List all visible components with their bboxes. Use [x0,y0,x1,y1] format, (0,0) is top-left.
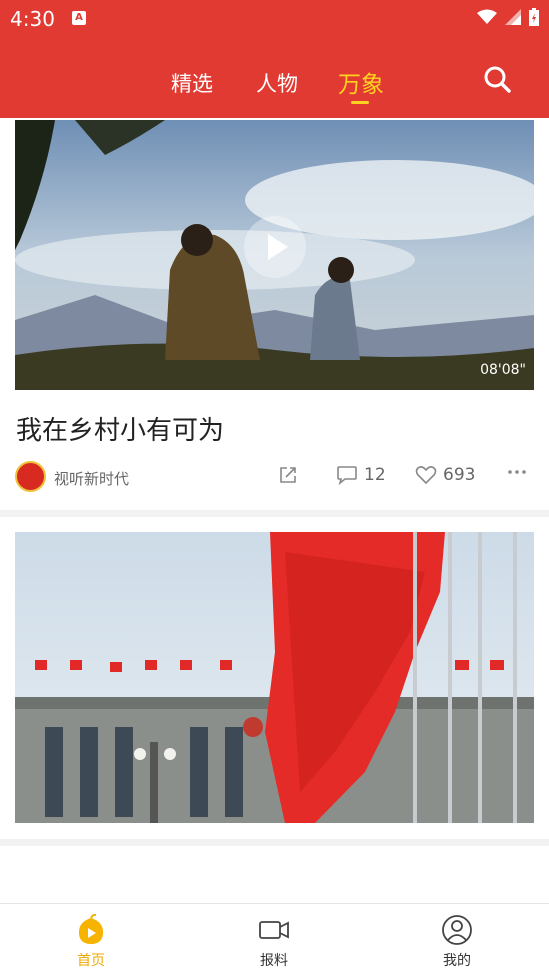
active-tab-indicator [351,101,369,104]
nav-profile-label: 我的 [443,953,471,969]
comment-count: 12 [364,465,386,485]
system-icons [477,8,539,26]
like-button[interactable]: 693 [415,465,475,485]
home-play-icon [78,914,104,944]
image-card[interactable] [0,517,549,839]
author-name[interactable]: 视听新时代 [54,468,129,489]
nav-report-label: 报料 [260,953,288,969]
article-image[interactable] [15,532,534,823]
bottom-nav: 首页 报料 我的 [0,903,549,977]
nav-profile[interactable]: 我的 [417,914,497,970]
share-button[interactable] [278,465,298,485]
user-icon [442,915,472,945]
search-icon[interactable] [482,64,512,94]
video-thumbnail[interactable]: 08'08" [15,120,534,390]
video-title[interactable]: 我在乡村小有可为 [16,410,224,447]
notification-badge-icon: A [72,11,86,25]
heart-icon [415,466,437,485]
more-button[interactable] [507,462,527,482]
wifi-icon [477,9,497,24]
play-button[interactable] [244,216,306,278]
author-avatar[interactable] [15,461,46,492]
nav-home[interactable]: 首页 [51,914,131,970]
video-duration: 08'08" [480,362,526,378]
status-time: 4:30 [10,7,55,31]
feed-bottom-space [0,846,549,903]
more-icon [508,470,526,474]
nav-home-label: 首页 [77,953,105,969]
tab-wanxiang[interactable]: 万象 [338,65,384,99]
video-card[interactable]: 08'08" 我在乡村小有可为 视听新时代 12 693 [0,118,549,510]
nav-report[interactable]: 报料 [234,914,314,970]
video-camera-icon [259,921,289,939]
battery-charging-icon [529,8,539,26]
like-count: 693 [443,465,476,485]
top-nav: 精选 人物 万象 [0,38,549,118]
great-hall-flags-image [15,532,534,823]
tab-jingxuan[interactable]: 精选 [171,68,213,98]
comment-button[interactable]: 12 [336,465,386,485]
status-bar: 4:30 A [0,0,549,38]
comment-icon [337,466,357,485]
play-icon [268,234,288,260]
signal-icon [505,9,521,25]
share-icon [280,467,296,483]
tab-renwu[interactable]: 人物 [256,68,298,98]
video-meta: 视听新时代 12 693 [0,458,549,498]
